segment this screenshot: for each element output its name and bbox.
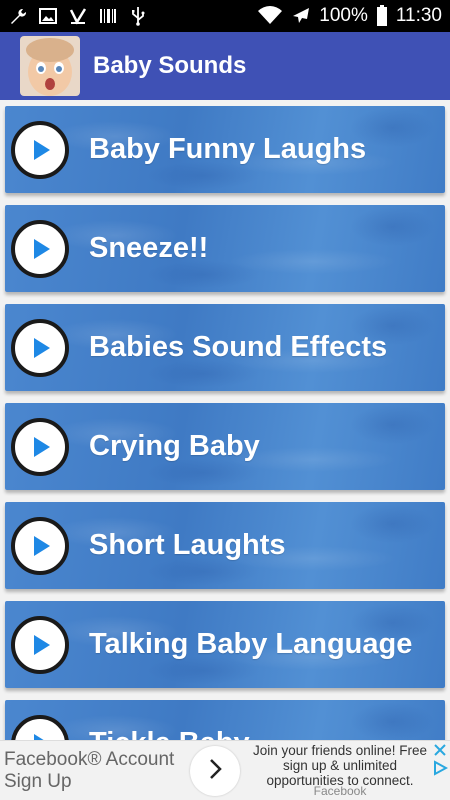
sound-item-short-laughts[interactable]: Short Laughts	[5, 502, 445, 589]
ad-banner[interactable]: Facebook® Account Sign Up Join your frie…	[0, 740, 450, 800]
sound-item-label: Baby Funny Laughs	[89, 133, 367, 165]
chevron-right-icon	[205, 757, 225, 786]
play-icon[interactable]	[11, 516, 69, 575]
sound-item-label: Babies Sound Effects	[89, 331, 388, 363]
ad-source: Facebook	[313, 784, 367, 798]
play-icon[interactable]	[11, 615, 69, 674]
play-icon[interactable]	[11, 318, 69, 377]
download-check-icon	[68, 6, 88, 26]
status-system: 100% 11:30	[257, 5, 442, 27]
app-bar: Baby Sounds	[0, 32, 450, 100]
battery-icon	[376, 5, 388, 26]
status-notifications	[8, 6, 148, 26]
ad-body: Join your friends online! Free sign up &…	[252, 743, 428, 788]
close-icon[interactable]	[432, 742, 448, 758]
ad-choices-icon[interactable]	[432, 760, 449, 776]
sound-item-label: Talking Baby Language	[89, 628, 413, 660]
sound-list: Baby Funny Laughs Sneeze!! Babies Sound …	[0, 100, 450, 740]
sound-item-baby-funny-laughs[interactable]: Baby Funny Laughs	[5, 106, 445, 193]
sound-item-label: Tickle Baby	[89, 727, 250, 740]
play-icon[interactable]	[11, 219, 69, 278]
sound-item-label: Sneeze!!	[89, 232, 209, 264]
play-icon[interactable]	[11, 714, 69, 740]
ad-open-button[interactable]	[190, 746, 240, 796]
sound-item-talking-baby-language[interactable]: Talking Baby Language	[5, 601, 445, 688]
sound-item-tickle-baby[interactable]: Tickle Baby	[5, 700, 445, 740]
image-icon	[38, 6, 58, 26]
sound-item-sneeze[interactable]: Sneeze!!	[5, 205, 445, 292]
clock: 11:30	[395, 5, 442, 26]
sound-item-babies-sound-effects[interactable]: Babies Sound Effects	[5, 304, 445, 391]
sound-item-crying-baby[interactable]: Crying Baby	[5, 403, 445, 490]
app-title: Baby Sounds	[93, 52, 247, 79]
sound-item-label: Crying Baby	[89, 430, 260, 462]
wifi-icon	[257, 6, 283, 26]
battery-percent: 100%	[319, 5, 368, 26]
airplane-icon	[291, 6, 311, 26]
ad-title[interactable]: Facebook® Account Sign Up	[4, 749, 194, 793]
wrench-icon	[8, 6, 28, 26]
app-logo	[20, 36, 80, 96]
play-icon[interactable]	[11, 417, 69, 476]
barcode-icon	[98, 6, 118, 26]
status-bar: 100% 11:30	[0, 0, 450, 32]
play-icon[interactable]	[11, 120, 69, 179]
sound-item-label: Short Laughts	[89, 529, 286, 561]
usb-icon	[128, 6, 148, 26]
